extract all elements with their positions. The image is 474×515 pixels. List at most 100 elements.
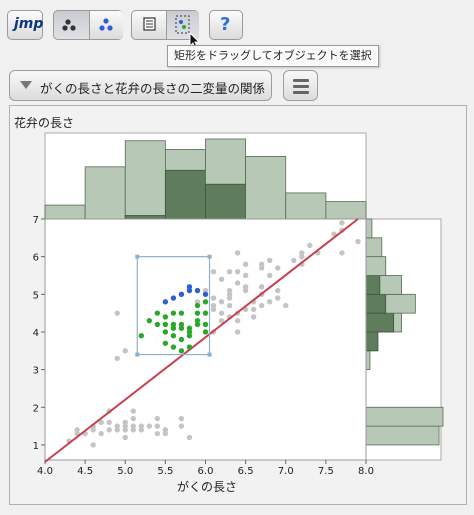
x-tick-label: 4.5	[77, 466, 93, 477]
data-point	[250, 306, 257, 313]
data-point	[74, 427, 80, 433]
right-histogram-selected-bar	[365, 293, 387, 314]
top-histogram-bar	[245, 155, 287, 220]
data-point	[170, 325, 177, 331]
data-point	[250, 314, 257, 320]
right-histogram-bar	[365, 218, 373, 239]
x-tick-label: 7.0	[278, 466, 294, 477]
data-point	[178, 321, 185, 328]
y-tick-label: 3	[33, 366, 39, 377]
data-point	[178, 310, 185, 316]
data-point	[178, 348, 185, 354]
data-point	[138, 333, 144, 339]
data-point	[258, 284, 265, 290]
data-point	[275, 295, 281, 301]
data-point	[130, 423, 136, 429]
data-point	[98, 430, 104, 437]
data-point	[122, 419, 128, 426]
top-histogram-bar	[285, 192, 327, 220]
data-point	[258, 261, 265, 267]
data-point	[283, 302, 289, 309]
data-point	[146, 423, 153, 429]
selection-handle	[207, 254, 212, 259]
data-point	[267, 299, 273, 305]
data-point	[178, 415, 185, 422]
data-point	[234, 250, 241, 256]
data-point	[234, 329, 241, 335]
data-point	[186, 325, 193, 331]
data-point	[267, 272, 273, 279]
data-point	[154, 423, 161, 429]
data-point	[258, 302, 265, 309]
top-histogram-bar	[124, 140, 166, 220]
data-point	[90, 442, 96, 448]
data-point	[178, 291, 185, 298]
data-point	[162, 340, 169, 346]
x-tick-label: 7.5	[318, 466, 334, 477]
selection-handle	[135, 352, 140, 357]
data-point	[130, 415, 136, 422]
data-point	[162, 427, 169, 433]
x-tick-label: 5.0	[117, 466, 133, 477]
data-point	[170, 333, 177, 339]
data-point	[234, 280, 241, 286]
x-tick-label: 6.0	[198, 466, 214, 477]
data-point	[186, 434, 193, 441]
data-point	[146, 317, 153, 324]
data-point	[122, 434, 128, 441]
data-point	[114, 423, 120, 429]
x-tick-label: 4.0	[37, 466, 53, 477]
data-point	[267, 257, 273, 264]
data-point	[242, 261, 249, 267]
data-point	[202, 310, 209, 316]
top-histogram-selected-bar	[164, 169, 206, 220]
y-tick-label: 6	[33, 253, 39, 264]
data-point	[154, 415, 161, 422]
data-point	[138, 423, 144, 429]
bivariate-scatter-chart[interactable]: 4.0 4.5 5.0 5.5 6.0 6.5 7.0 7.5 8.0 1 2 3 4 5 6 7	[0, 0, 474, 515]
data-point	[226, 269, 233, 275]
selection-handle	[207, 352, 212, 357]
data-point	[355, 238, 361, 245]
data-point	[106, 419, 112, 426]
right-histogram-bar	[365, 256, 387, 276]
data-point	[218, 310, 225, 316]
data-point	[307, 242, 313, 249]
data-point	[114, 355, 120, 362]
data-point	[202, 329, 209, 335]
data-point	[226, 302, 233, 309]
data-point	[170, 295, 177, 301]
top-histogram-bar	[44, 204, 86, 220]
y-tick-label: 7	[33, 215, 39, 226]
data-point	[194, 310, 201, 316]
right-histogram-bar	[365, 350, 371, 371]
data-point	[154, 310, 161, 316]
y-tick-label: 2	[33, 403, 39, 414]
data-point	[202, 321, 209, 328]
data-point	[210, 306, 217, 313]
data-point	[154, 430, 161, 437]
data-point	[130, 408, 136, 414]
data-point	[234, 317, 241, 324]
data-point	[186, 284, 193, 290]
top-histogram-selected-bar	[124, 215, 166, 220]
data-point	[339, 250, 345, 256]
right-histogram-selected-bar	[365, 275, 381, 295]
data-point	[202, 299, 209, 305]
data-point	[242, 287, 249, 294]
right-histogram-selected-bar	[365, 312, 395, 333]
data-point	[162, 314, 169, 320]
data-point	[275, 287, 281, 294]
data-point	[242, 272, 249, 279]
x-tick-label: 8.0	[358, 466, 374, 477]
data-point	[170, 344, 177, 350]
data-point	[291, 257, 297, 264]
data-point	[162, 329, 169, 335]
data-point	[114, 310, 120, 316]
data-point	[339, 220, 345, 226]
x-tick-label: 6.5	[238, 466, 254, 477]
data-point	[234, 269, 241, 275]
data-point	[194, 287, 201, 294]
data-point	[210, 269, 217, 275]
selection-handle	[135, 254, 140, 259]
